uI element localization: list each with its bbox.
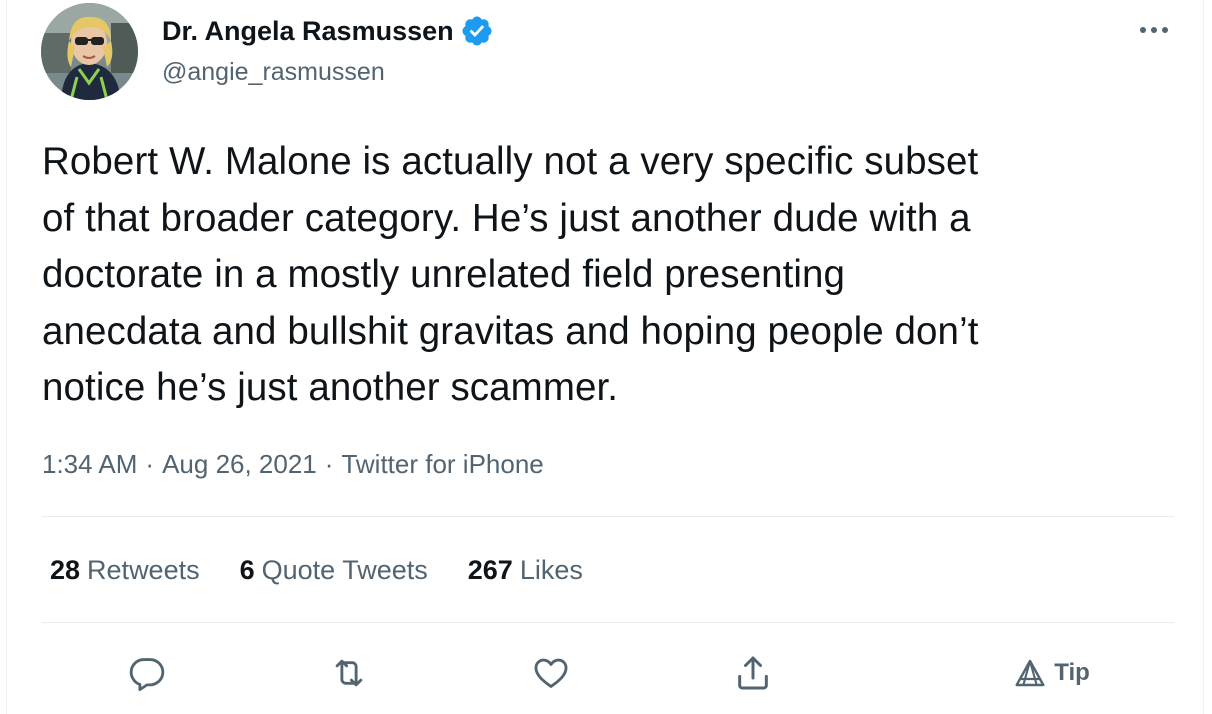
retweets-stat[interactable]: 28 Retweets [50, 552, 200, 588]
avatar[interactable] [41, 3, 138, 100]
meta-separator: · [324, 449, 334, 479]
share-button[interactable] [730, 648, 776, 698]
retweets-label: Retweets [87, 555, 200, 585]
author-handle[interactable]: @angie_rasmussen [162, 56, 385, 88]
likes-stat[interactable]: 267 Likes [468, 552, 583, 588]
reply-icon [129, 658, 165, 692]
tweet-meta: 1:34 AM · Aug 26, 2021 · Twitter for iPhone [42, 446, 544, 482]
tweet-time[interactable]: 1:34 AM [42, 449, 137, 479]
tip-label: Tip [1054, 659, 1090, 686]
share-icon [738, 656, 768, 690]
author-name[interactable]: Dr. Angela Rasmussen [162, 14, 454, 48]
author-name-row[interactable]: Dr. Angela Rasmussen [162, 14, 494, 48]
likes-label: Likes [519, 555, 583, 585]
tweet-text: Robert W. Malone is actually not a very … [42, 140, 979, 409]
tweet-stats: 28 Retweets 6 Quote Tweets 267 Likes [50, 552, 623, 588]
more-options-button[interactable] [1134, 10, 1174, 50]
retweet-icon [335, 659, 363, 687]
quote-tweets-stat[interactable]: 6 Quote Tweets [240, 552, 428, 588]
divider [42, 622, 1174, 623]
quote-tweets-label: Quote Tweets [261, 555, 428, 585]
reply-button[interactable] [124, 648, 170, 698]
divider [42, 516, 1174, 517]
quote-tweets-count: 6 [239, 555, 255, 585]
tweet-source[interactable]: Twitter for iPhone [341, 449, 543, 479]
heart-icon [534, 658, 568, 688]
tip-button[interactable]: Tip [1010, 648, 1094, 698]
tip-icon [1015, 659, 1045, 687]
like-button[interactable] [528, 648, 574, 698]
likes-count: 267 [467, 555, 513, 585]
more-icon [1140, 27, 1168, 33]
retweets-count: 28 [50, 555, 81, 585]
tweet-date[interactable]: Aug 26, 2021 [162, 449, 317, 479]
meta-separator: · [145, 449, 155, 479]
verified-badge-icon [460, 14, 494, 48]
retweet-button[interactable] [326, 648, 372, 698]
